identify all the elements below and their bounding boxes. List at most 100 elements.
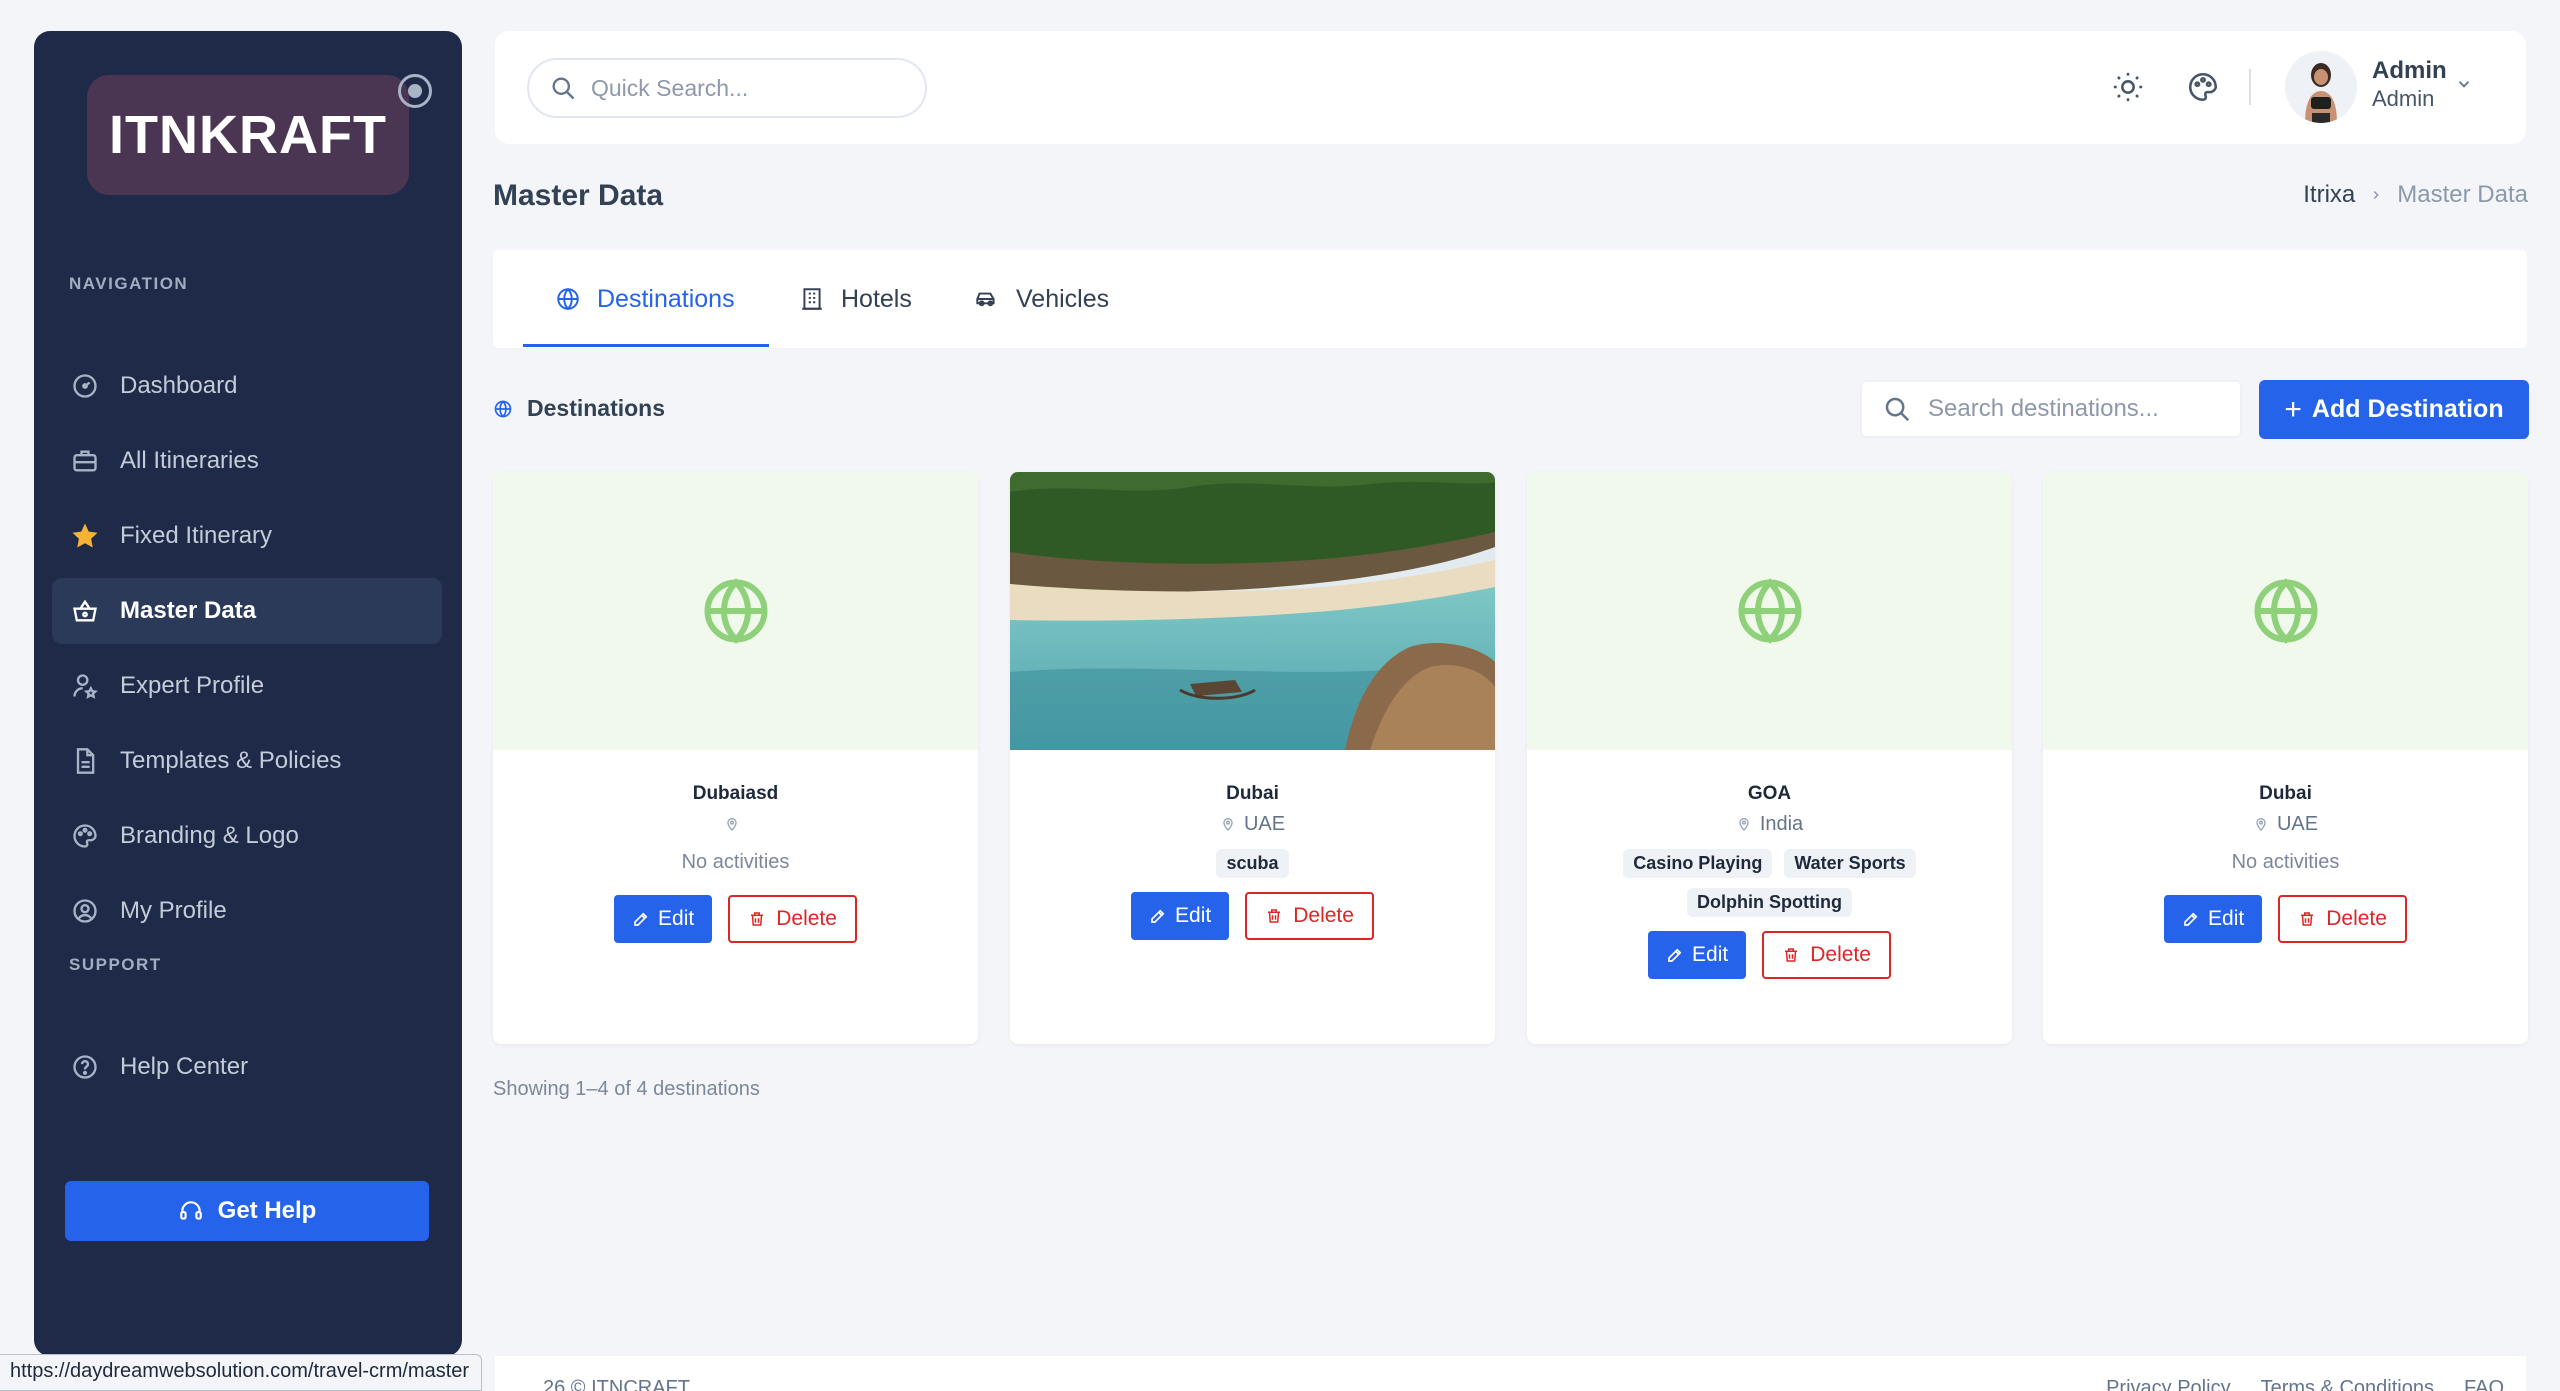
search-icon <box>552 77 575 100</box>
sidebar-item-branding-logo[interactable]: Branding & Logo <box>52 803 442 869</box>
destination-card: Dubaiasd No activities Edit Delete <box>493 472 978 1044</box>
search-icon <box>1885 397 1910 422</box>
activity-tag: Casino Playing <box>1623 849 1773 878</box>
edit-label: Edit <box>658 907 695 930</box>
trash-icon <box>751 912 764 926</box>
activity-tag: scuba <box>1216 849 1289 878</box>
card-actions: Edit Delete <box>1527 931 2012 979</box>
activity-tag: Water Sports <box>1784 849 1916 878</box>
edit-button[interactable]: Edit <box>614 895 713 943</box>
add-destination-button[interactable]: + Add Destination <box>2259 380 2529 439</box>
chevron-right-icon <box>2369 181 2383 209</box>
destination-card: GOA India Casino Playing Water Sports Do… <box>1527 472 2012 1044</box>
edit-label: Edit <box>1692 943 1729 966</box>
delete-button[interactable]: Delete <box>1762 931 1891 979</box>
delete-button[interactable]: Delete <box>1245 892 1374 940</box>
edit-button[interactable]: Edit <box>2164 895 2263 943</box>
destination-country: India <box>1759 812 1804 835</box>
sidebar-item-fixed-itinerary[interactable]: Fixed Itinerary <box>52 503 442 569</box>
palette-icon <box>68 819 102 853</box>
headset-icon <box>179 1201 202 1220</box>
destination-name: GOA <box>1747 783 1792 804</box>
edit-button[interactable]: Edit <box>1648 931 1747 979</box>
sidebar-item-label: Master Data <box>120 597 257 624</box>
theme-toggle-button[interactable] <box>2108 67 2148 107</box>
chevron-down-icon[interactable] <box>2455 75 2473 98</box>
add-destination-label: Add Destination <box>2311 395 2504 423</box>
radio-dot-icon <box>408 84 422 98</box>
card-actions: Edit Delete <box>1010 892 1495 940</box>
brand-logo-text: ITNKRAFT <box>109 105 387 165</box>
trash-icon <box>2301 912 2314 926</box>
status-bar-url: https://daydreamwebsolution.com/travel-c… <box>0 1354 483 1391</box>
footer: 26 © ITNCRAFT Privacy Policy Terms & Con… <box>495 1356 2526 1391</box>
tab-vehicles[interactable]: Vehicles <box>972 250 1109 348</box>
sidebar-collapse-toggle[interactable] <box>398 74 432 108</box>
card-actions: Edit Delete <box>2043 895 2528 943</box>
breadcrumb-item-home[interactable]: Itrixa <box>2303 181 2355 209</box>
delete-button[interactable]: Delete <box>2278 895 2407 943</box>
delete-label: Delete <box>2326 907 2387 930</box>
no-activities-text: No activities <box>681 851 790 873</box>
get-help-button[interactable]: Get Help <box>65 1181 429 1241</box>
destination-photo <box>1010 472 1495 750</box>
sidebar-item-label: Help Center <box>120 1053 249 1080</box>
sidebar-item-my-profile[interactable]: My Profile <box>52 878 442 944</box>
user-circle-icon <box>68 894 102 928</box>
globe-icon <box>704 578 767 644</box>
sun-icon <box>2113 72 2143 102</box>
sidebar-item-all-itineraries[interactable]: All Itineraries <box>52 428 442 494</box>
destination-name: Dubai <box>2259 783 2312 804</box>
sidebar: ITNKRAFT NAVIGATION Dashboard All Itiner… <box>34 31 462 1356</box>
globe-icon <box>557 287 579 311</box>
brand-logo[interactable]: ITNKRAFT <box>87 75 409 195</box>
dashboard-icon <box>68 369 102 403</box>
footer-link-terms[interactable]: Terms & Conditions <box>2261 1377 2434 1391</box>
destination-country: UAE <box>2276 812 2319 835</box>
quick-search-input[interactable] <box>591 74 891 102</box>
user-name[interactable]: Admin <box>2372 57 2447 85</box>
destination-card: Dubai UAE No activities Edit Delete <box>2043 472 2528 1044</box>
edit-icon <box>2184 912 2198 926</box>
destination-search[interactable] <box>1860 380 2242 438</box>
quick-search[interactable] <box>527 58 927 118</box>
theme-color-button[interactable] <box>2183 67 2223 107</box>
breadcrumb-item-current: Master Data <box>2397 181 2528 208</box>
building-icon <box>802 288 822 310</box>
sidebar-item-expert-profile[interactable]: Expert Profile <box>52 653 442 719</box>
delete-button[interactable]: Delete <box>728 895 857 943</box>
pagination-summary: Showing 1–4 of 4 destinations <box>493 1078 760 1100</box>
tab-hotels[interactable]: Hotels <box>799 250 912 348</box>
avatar[interactable] <box>2285 51 2357 123</box>
edit-button[interactable]: Edit <box>1131 892 1230 940</box>
destination-search-input[interactable] <box>1928 395 2228 423</box>
sidebar-item-label: Fixed Itinerary <box>120 522 273 549</box>
sidebar-item-label: Branding & Logo <box>120 822 299 849</box>
globe-icon <box>2254 578 2317 644</box>
sidebar-item-templates-policies[interactable]: Templates & Policies <box>52 728 442 794</box>
activity-tag: Dolphin Spotting <box>1687 888 1852 917</box>
map-pin-icon <box>1739 818 1749 831</box>
tab-label: Vehicles <box>1016 284 1110 313</box>
palette-icon <box>2188 72 2218 102</box>
globe-icon <box>1738 578 1801 644</box>
master-data-tabs: Destinations Hotels Vehicles <box>493 250 2527 348</box>
destination-image-placeholder <box>2043 472 2528 750</box>
car-icon <box>976 292 995 307</box>
nav-section-title: NAVIGATION <box>69 274 189 293</box>
destination-name: Dubai <box>1226 783 1279 804</box>
breadcrumb: Itrixa Master Data <box>2303 181 2528 209</box>
edit-label: Edit <box>2208 907 2245 930</box>
sidebar-item-help-center[interactable]: Help Center <box>52 1034 442 1100</box>
sidebar-item-master-data[interactable]: Master Data <box>52 578 442 644</box>
sidebar-item-dashboard[interactable]: Dashboard <box>52 353 442 419</box>
tab-destinations[interactable]: Destinations <box>555 250 735 348</box>
footer-link-privacy[interactable]: Privacy Policy <box>2106 1377 2230 1391</box>
footer-link-faq[interactable]: FAQ <box>2464 1377 2504 1391</box>
delete-label: Delete <box>1293 904 1354 927</box>
active-tab-indicator <box>523 344 769 347</box>
edit-icon <box>634 912 648 926</box>
edit-icon <box>1668 948 1682 962</box>
globe-icon <box>494 399 512 418</box>
page-title: Master Data <box>493 179 664 212</box>
